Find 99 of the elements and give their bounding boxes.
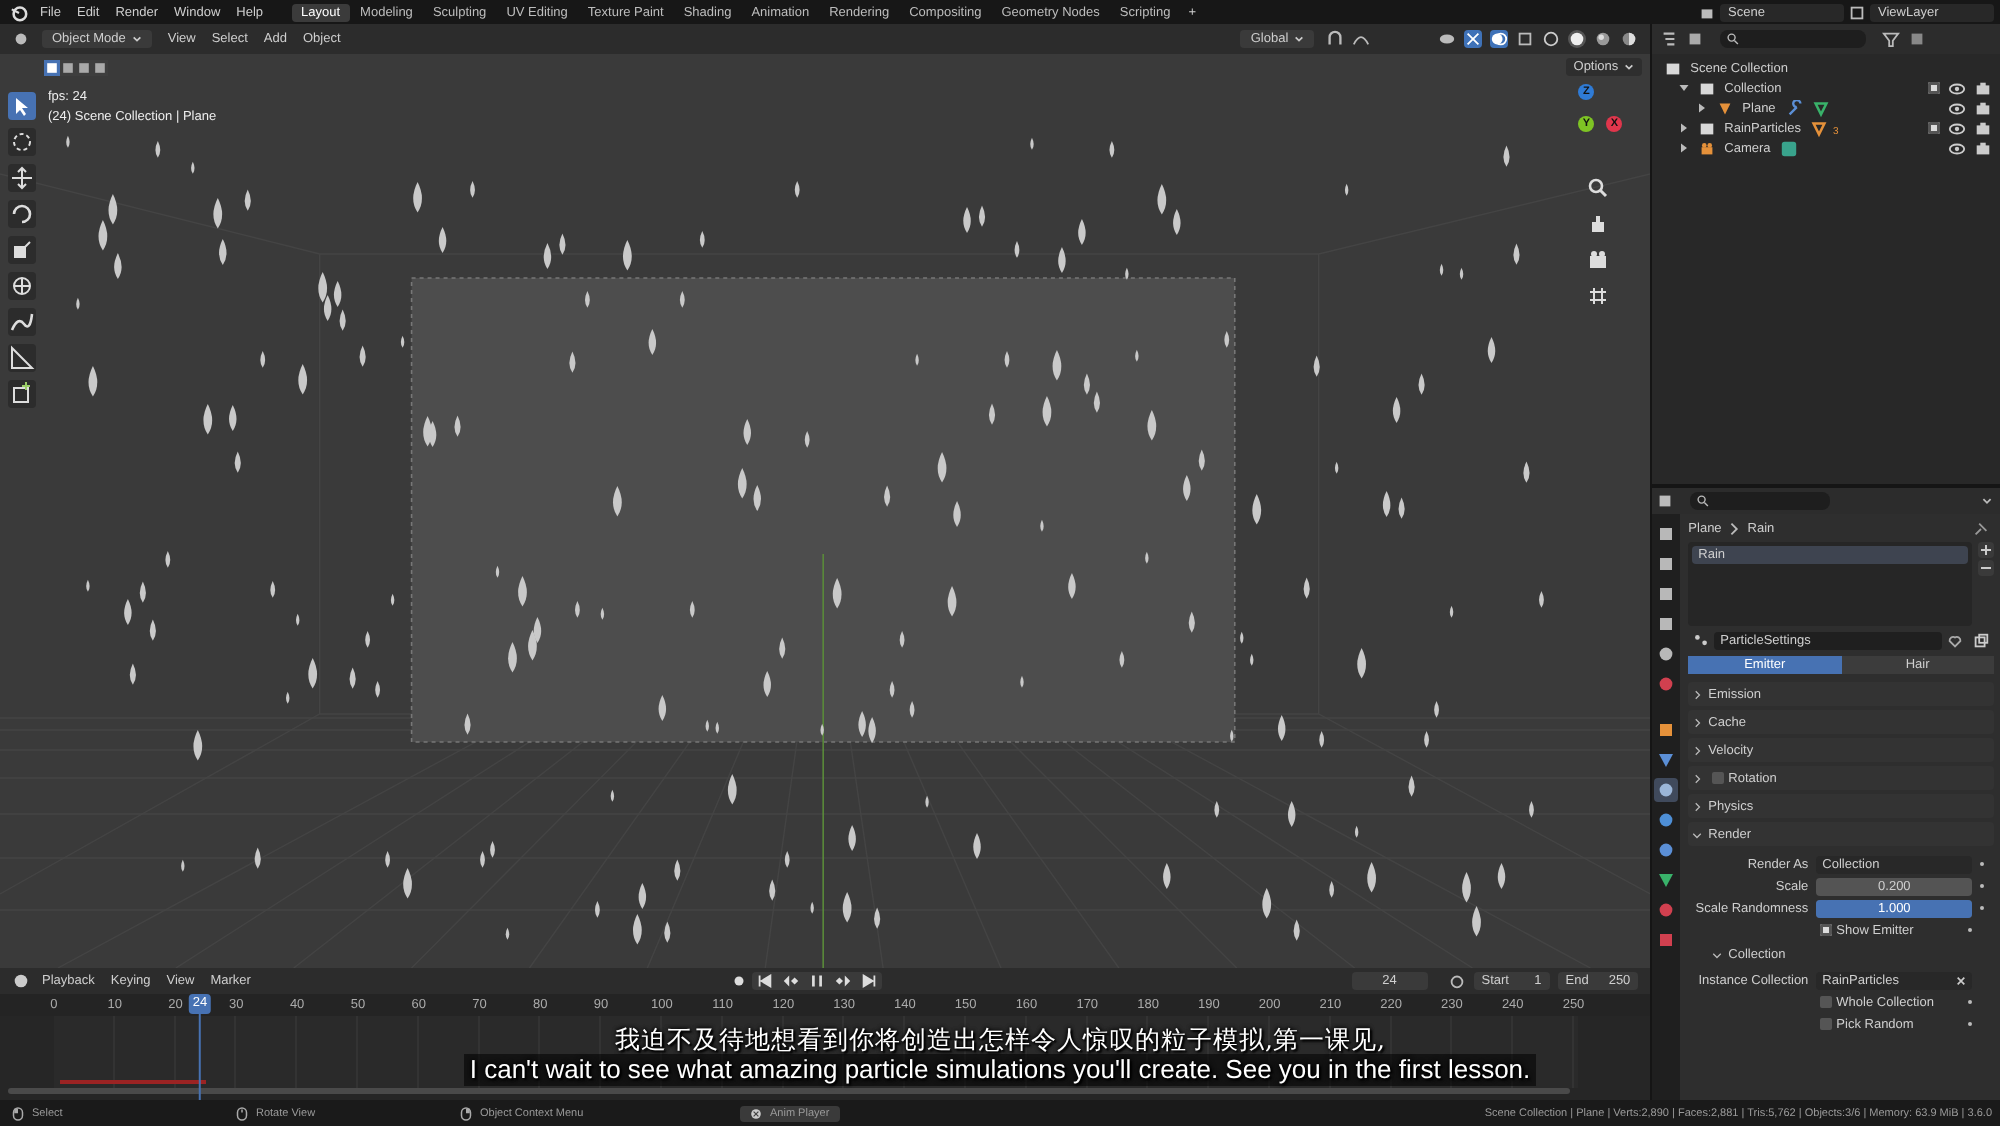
tool-icon[interactable] — [8, 380, 36, 408]
expand-arrow-icon[interactable] — [1678, 82, 1691, 94]
checkbox[interactable] — [1820, 924, 1833, 936]
pin-icon[interactable] — [1972, 519, 1990, 537]
search-field[interactable] — [1720, 30, 1867, 48]
new-collection-icon[interactable] — [1908, 30, 1927, 48]
shading-mode-icon[interactable] — [1594, 30, 1613, 48]
chevron-icon — [1692, 773, 1703, 783]
scene-icon — [1664, 59, 1683, 77]
collection-icon — [1698, 79, 1717, 97]
modifiers-tab-icon[interactable] — [1654, 748, 1679, 772]
wrench-icon[interactable] — [1785, 99, 1804, 117]
outliner-editor-icon[interactable] — [1660, 30, 1679, 48]
tool-icon[interactable] — [8, 272, 36, 300]
mesh-icon — [1716, 99, 1735, 117]
proportional-edit-icon[interactable] — [1352, 30, 1371, 48]
shading-mode-icon[interactable] — [1620, 30, 1639, 48]
view-layer-icon[interactable] — [1848, 3, 1866, 21]
stopwatch-icon[interactable] — [1447, 972, 1466, 990]
camera-icon — [1698, 139, 1717, 157]
camera-data-icon[interactable] — [1780, 139, 1799, 157]
shading-mode-icon[interactable] — [1542, 30, 1561, 48]
timeline-scrollbar[interactable] — [8, 1088, 1571, 1094]
expand-arrow-icon[interactable] — [1678, 142, 1691, 154]
caret-icon — [131, 34, 142, 44]
jump-end-icon[interactable] — [859, 972, 878, 990]
tool-icon[interactable] — [8, 128, 36, 156]
chevron-icon — [1692, 717, 1703, 727]
properties-editor-icon[interactable] — [1656, 492, 1675, 510]
grid-icon[interactable] — [1586, 284, 1611, 308]
exclude-checkbox[interactable] — [1928, 122, 1940, 134]
tool-icon[interactable] — [8, 344, 36, 372]
tool-icon[interactable] — [8, 308, 36, 336]
xray-icon[interactable] — [1516, 30, 1535, 48]
pause-icon[interactable] — [807, 972, 826, 990]
eye-icon[interactable] — [1948, 119, 1966, 137]
tool-icon[interactable] — [8, 92, 36, 120]
search-field[interactable] — [1690, 492, 1830, 510]
search-icon — [1726, 32, 1741, 46]
chevron-icon — [1692, 801, 1703, 811]
duplicate-icon[interactable] — [1972, 632, 1990, 650]
chevron-icon — [1725, 519, 1744, 537]
exclude-checkbox[interactable] — [1928, 82, 1940, 94]
chevron-icon — [1692, 829, 1703, 839]
tool-icon[interactable] — [8, 164, 36, 192]
camera-icon[interactable] — [1586, 248, 1611, 272]
jump-start-icon[interactable] — [755, 972, 774, 990]
shading-mode-icon[interactable] — [1568, 30, 1587, 48]
checkbox[interactable] — [1820, 996, 1833, 1008]
collection-icon — [1698, 119, 1717, 137]
mesh-data-icon[interactable] — [1811, 99, 1830, 117]
previous-keyframe-icon[interactable] — [781, 972, 800, 990]
render-camera-icon[interactable] — [1974, 139, 1992, 157]
search-icon — [1696, 494, 1711, 508]
render-camera-icon[interactable] — [1974, 99, 1992, 117]
subtitle-text: 我迫不及待地想看到你将创造出怎样令人惊叹的粒子模拟,第一课见, — [615, 1024, 1385, 1054]
tool-icon[interactable] — [8, 200, 36, 228]
scene-icon[interactable] — [1698, 3, 1716, 21]
gizmo-toggle-icon[interactable] — [1464, 30, 1483, 48]
remove-icon[interactable] — [1978, 560, 1994, 576]
mouse-icon — [460, 1105, 472, 1121]
enable-checkbox[interactable] — [1712, 772, 1725, 784]
snap-icon[interactable] — [1326, 30, 1345, 48]
chevron-icon — [1712, 950, 1723, 960]
close-icon[interactable] — [750, 1107, 762, 1119]
mesh-data-icon[interactable] — [1810, 119, 1829, 137]
expand-arrow-icon[interactable] — [1696, 102, 1709, 114]
clear-icon[interactable] — [1956, 975, 1967, 985]
visibility-icon[interactable] — [1438, 30, 1457, 48]
chevron-icon — [1692, 689, 1703, 699]
blender-logo-icon[interactable] — [10, 3, 28, 21]
chevron-icon — [1692, 745, 1703, 755]
filter-icon[interactable] — [1882, 30, 1901, 48]
particles-tab-icon[interactable] — [1654, 778, 1679, 802]
eye-icon[interactable] — [1948, 139, 1966, 157]
zoom-icon[interactable] — [1586, 176, 1611, 200]
particles-icon[interactable] — [1692, 632, 1711, 650]
mouse-icon — [236, 1105, 248, 1121]
render-camera-icon[interactable] — [1974, 119, 1992, 137]
editor-type-icon[interactable] — [12, 972, 30, 990]
tool-icon[interactable] — [8, 236, 36, 264]
overlays-icon[interactable] — [1490, 30, 1509, 48]
editor-type-icon[interactable] — [12, 30, 30, 48]
caret-icon — [1294, 34, 1305, 44]
data-tab-icon[interactable] — [1654, 868, 1679, 892]
eye-icon[interactable] — [1948, 79, 1966, 97]
eye-icon[interactable] — [1948, 99, 1966, 117]
playhead-line — [198, 1014, 201, 1100]
record-icon[interactable] — [729, 972, 748, 990]
expand-arrow-icon[interactable] — [1678, 122, 1691, 134]
fake-user-icon[interactable] — [1946, 632, 1964, 650]
render-camera-icon[interactable] — [1974, 79, 1992, 97]
next-keyframe-icon[interactable] — [833, 972, 852, 990]
mouse-icon — [12, 1105, 24, 1121]
display-mode-icon[interactable] — [1686, 30, 1705, 48]
add-icon[interactable] — [1978, 542, 1994, 558]
caret-icon — [1624, 62, 1635, 72]
checkbox[interactable] — [1820, 1018, 1833, 1030]
subtitle-text: I can't wait to see what amazing particle simulations you'll create. See you in the first lesson. — [463, 1054, 1537, 1086]
